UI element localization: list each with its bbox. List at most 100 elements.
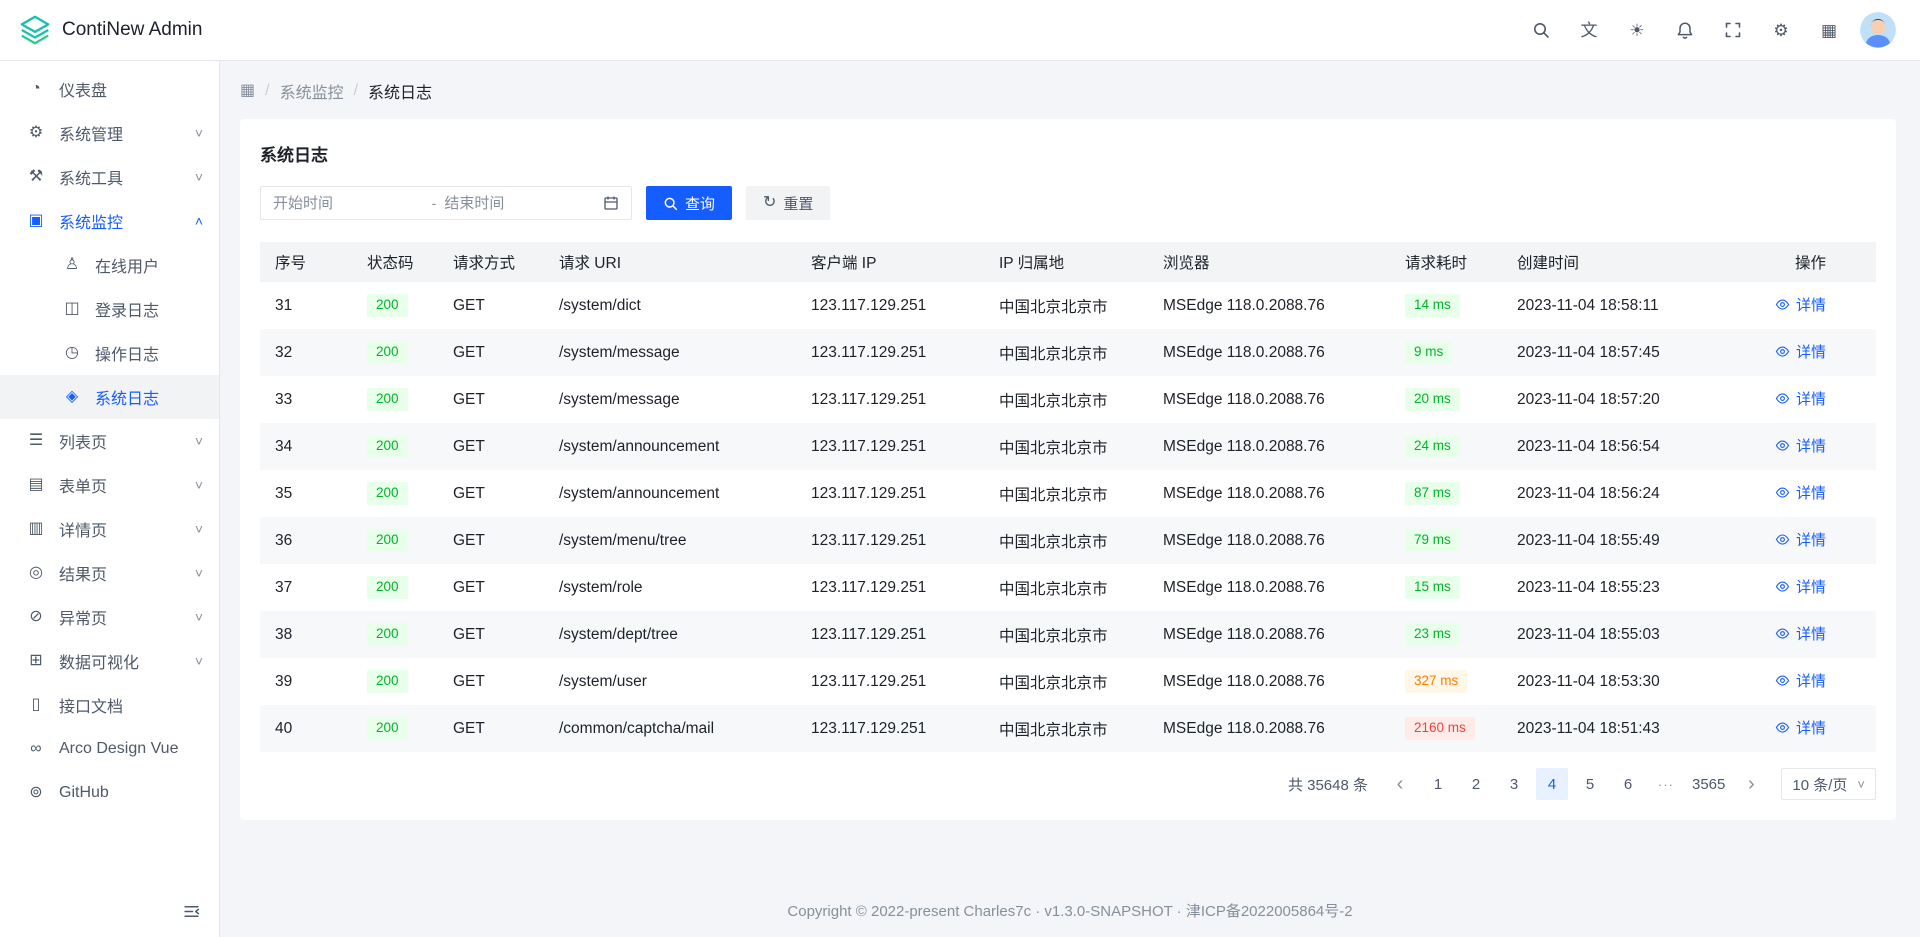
cell-uri: /system/message: [544, 329, 796, 376]
column-header: 请求方式: [438, 242, 544, 282]
search-icon: [663, 196, 678, 211]
cell-uri: /system/menu/tree: [544, 517, 796, 564]
sidebar-item-login-logs[interactable]: ◫ 登录日志: [0, 287, 219, 331]
date-range-picker[interactable]: -: [260, 186, 632, 220]
header-notification-button[interactable]: [1668, 13, 1702, 47]
cell-client-ip: 123.117.129.251: [796, 282, 984, 329]
cell-ip-location: 中国北京北京市: [984, 329, 1148, 376]
sidebar-item-label: 登录日志: [95, 297, 159, 321]
cell-ip-location: 中国北京北京市: [984, 564, 1148, 611]
apps-icon[interactable]: ▦: [240, 83, 255, 99]
sidebar-item-result-page[interactable]: ◎结果页˅: [0, 551, 219, 595]
cell-uri: /system/user: [544, 658, 796, 705]
search-button[interactable]: 查询: [646, 186, 732, 220]
cell-created-time: 2023-11-04 18:51:43: [1502, 705, 1740, 752]
cell-client-ip: 123.117.129.251: [796, 611, 984, 658]
sidebar-item-api-docs[interactable]: ▯接口文档: [0, 683, 219, 727]
sidebar-item-system-management[interactable]: ⚙系统管理˅: [0, 111, 219, 155]
sidebar-item-data-visualization[interactable]: ⊞数据可视化˅: [0, 639, 219, 683]
cell-no: 34: [260, 423, 352, 470]
collapse-sidebar-button[interactable]: [177, 897, 205, 925]
page-button-6[interactable]: 6: [1612, 768, 1644, 800]
reset-button[interactable]: ↻ 重置: [746, 186, 830, 220]
column-header: 请求 URI: [544, 242, 796, 282]
detail-link[interactable]: 详情: [1775, 482, 1826, 503]
sidebar: ◔仪表盘⚙系统管理˅⚒系统工具˅▣系统监控˄♙在线用户 ◫ 登录日志 ◷操作日志◈系统…: [0, 61, 220, 937]
sidebar-item-system-logs[interactable]: ◈系统日志: [0, 375, 219, 419]
cell-no: 39: [260, 658, 352, 705]
cell-status: 200: [352, 329, 438, 376]
cell-client-ip: 123.117.129.251: [796, 658, 984, 705]
cell-elapsed: 9 ms: [1390, 329, 1502, 376]
sidebar-item-arco-design-vue[interactable]: ∞Arco Design Vue: [0, 727, 219, 771]
sidebar-item-system-monitor[interactable]: ▣系统监控˄: [0, 199, 219, 243]
header-docs-button[interactable]: ▦: [1812, 13, 1846, 47]
header-fullscreen-button[interactable]: [1716, 13, 1750, 47]
detail-link[interactable]: 详情: [1775, 529, 1826, 550]
sidebar-item-operation-logs[interactable]: ◷操作日志: [0, 331, 219, 375]
page-button-3[interactable]: 3: [1498, 768, 1530, 800]
sidebar-item-detail-page[interactable]: ▥详情页˅: [0, 507, 219, 551]
cell-action: 详情: [1740, 517, 1876, 564]
detail-link[interactable]: 详情: [1775, 670, 1826, 691]
log-row: 40200GET/common/captcha/mail123.117.129.…: [260, 705, 1876, 752]
cell-created-time: 2023-11-04 18:56:54: [1502, 423, 1740, 470]
avatar[interactable]: [1860, 12, 1896, 48]
cell-client-ip: 123.117.129.251: [796, 705, 984, 752]
header-settings-button[interactable]: ⚙: [1764, 13, 1798, 47]
end-time-input[interactable]: [444, 195, 595, 212]
detail-link-label: 详情: [1796, 482, 1826, 503]
logo-icon: [18, 13, 52, 47]
detail-link[interactable]: 详情: [1775, 435, 1826, 456]
detail-link-label: 详情: [1796, 388, 1826, 409]
page-button-3565[interactable]: 3565: [1688, 768, 1729, 800]
cell-browser: MSEdge 118.0.2088.76: [1148, 517, 1390, 564]
cell-ip-location: 中国北京北京市: [984, 376, 1148, 423]
detail-link[interactable]: 详情: [1775, 623, 1826, 644]
header-search-button[interactable]: [1524, 13, 1558, 47]
next-page-button[interactable]: ›: [1735, 768, 1767, 800]
cell-browser: MSEdge 118.0.2088.76: [1148, 282, 1390, 329]
page-size-select[interactable]: 10 条/页 ˅: [1781, 768, 1876, 800]
detail-link[interactable]: 详情: [1775, 576, 1826, 597]
page-button-5[interactable]: 5: [1574, 768, 1606, 800]
chevron-down-icon: ˅: [195, 654, 203, 668]
elapsed-tag: 20 ms: [1405, 388, 1460, 411]
elapsed-tag: 87 ms: [1405, 482, 1460, 505]
sidebar-item-system-tools[interactable]: ⚒系统工具˅: [0, 155, 219, 199]
breadcrumb-item[interactable]: 系统监控: [280, 79, 344, 103]
page-button-1[interactable]: 1: [1422, 768, 1454, 800]
pagination-ellipsis[interactable]: ···: [1650, 768, 1682, 800]
sidebar-item-form-page[interactable]: ▤表单页˅: [0, 463, 219, 507]
chevron-down-icon: ˅: [195, 434, 203, 448]
login-log-icon: ◫: [62, 301, 82, 317]
sidebar-item-label: 仪表盘: [59, 77, 107, 101]
elapsed-tag: 79 ms: [1405, 529, 1460, 552]
page-button-2[interactable]: 2: [1460, 768, 1492, 800]
cell-no: 31: [260, 282, 352, 329]
sidebar-item-github[interactable]: ⊚GitHub: [0, 771, 219, 815]
header-theme-button[interactable]: ☀: [1620, 13, 1654, 47]
start-time-input[interactable]: [273, 195, 424, 212]
cell-browser: MSEdge 118.0.2088.76: [1148, 564, 1390, 611]
pagination-total: 共 35648 条: [1288, 774, 1368, 795]
chevron-left-icon: ‹: [1397, 773, 1404, 796]
elapsed-tag: 15 ms: [1405, 576, 1460, 599]
detail-link[interactable]: 详情: [1775, 717, 1826, 738]
sidebar-item-online-users[interactable]: ♙在线用户: [0, 243, 219, 287]
sidebar-item-dashboard[interactable]: ◔仪表盘: [0, 67, 219, 111]
header-language-button[interactable]: 文: [1572, 13, 1606, 47]
detail-link[interactable]: 详情: [1775, 294, 1826, 315]
cell-status: 200: [352, 658, 438, 705]
page-button-4[interactable]: 4: [1536, 768, 1568, 800]
reset-button-label: 重置: [783, 193, 813, 214]
logo[interactable]: ContiNew Admin: [18, 13, 202, 47]
detail-link[interactable]: 详情: [1775, 341, 1826, 362]
prev-page-button[interactable]: ‹: [1384, 768, 1416, 800]
sidebar-item-list-page[interactable]: ☰列表页˅: [0, 419, 219, 463]
detail-link[interactable]: 详情: [1775, 388, 1826, 409]
status-tag: 200: [367, 670, 408, 693]
sidebar-item-exception-page[interactable]: ⊘异常页˅: [0, 595, 219, 639]
cell-ip-location: 中国北京北京市: [984, 705, 1148, 752]
breadcrumb-item[interactable]: 系统日志: [368, 79, 432, 103]
